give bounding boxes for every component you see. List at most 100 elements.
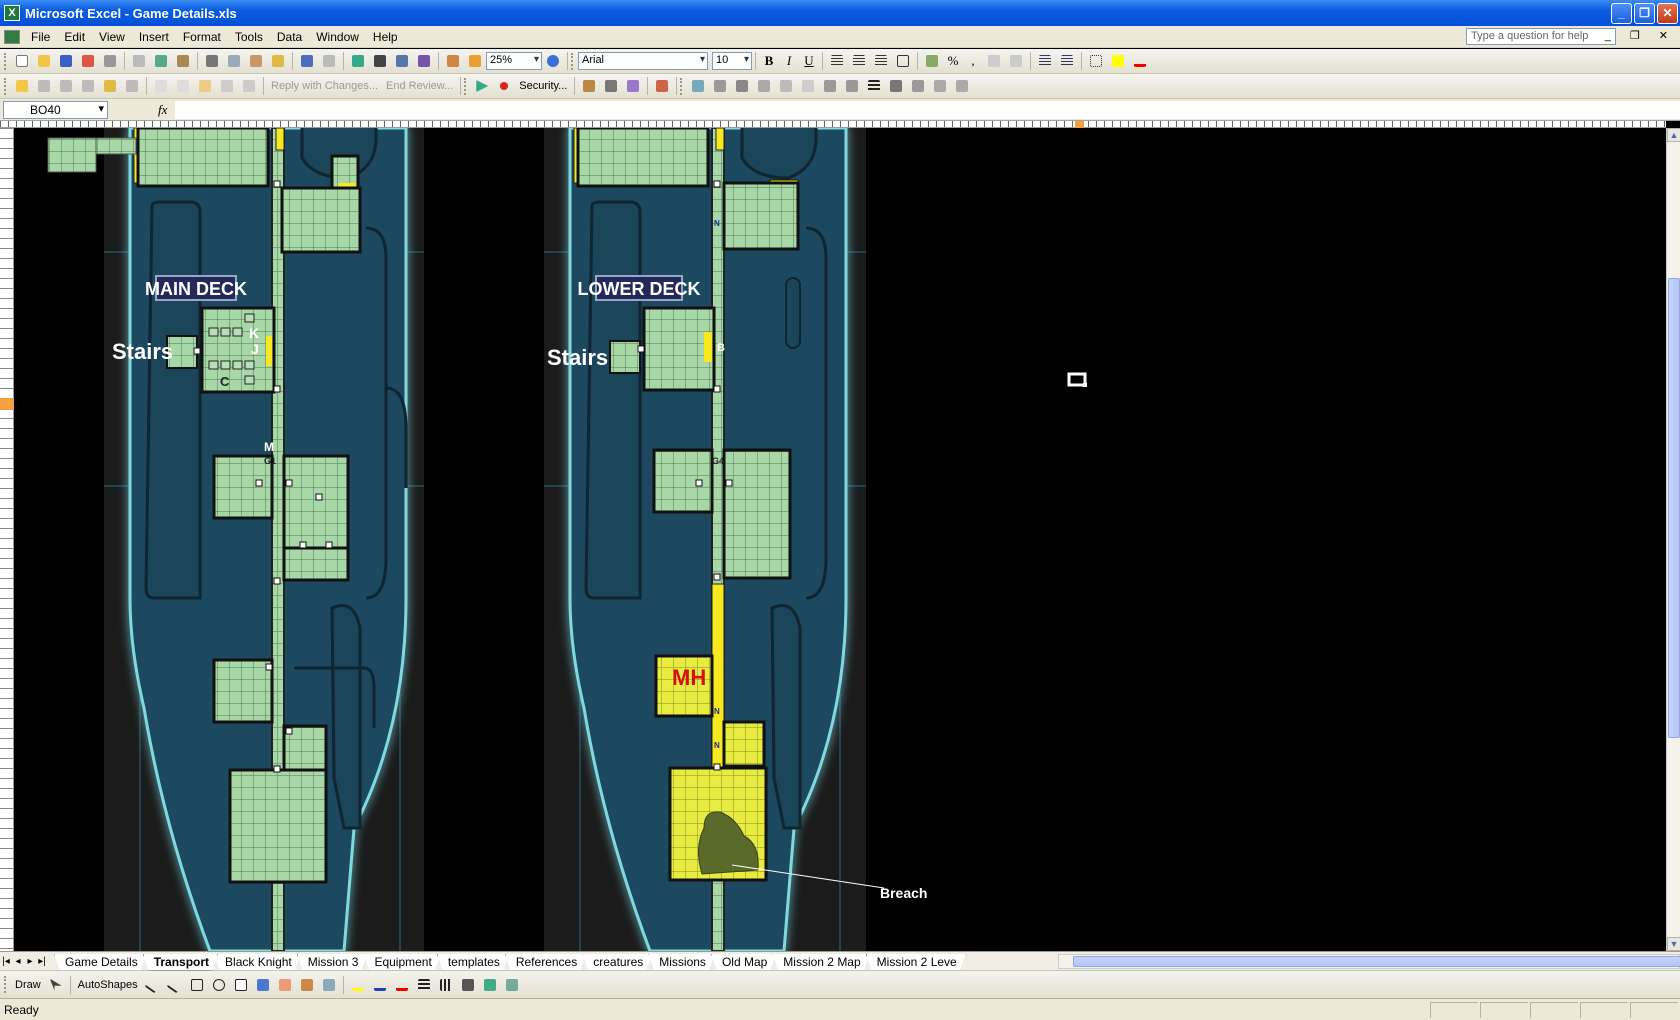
line-style-draw-icon[interactable] [414,976,434,994]
underline-button[interactable]: U [799,52,819,70]
formula-input[interactable] [175,100,1680,119]
name-box[interactable]: BO40 [3,100,108,119]
send-icon[interactable] [34,77,54,95]
design-mode-icon[interactable] [623,77,643,95]
decrease-decimal-icon[interactable] [1006,52,1026,70]
close-button[interactable]: ✕ [1657,2,1678,24]
3d-style-icon[interactable] [502,976,522,994]
menu-edit[interactable]: Edit [57,30,92,44]
restore-button[interactable]: ❐ [1634,2,1655,24]
tab-missions[interactable]: Missions [648,954,715,971]
workbook-icon[interactable] [4,29,20,44]
paste-icon[interactable] [246,52,266,70]
rotate-icon[interactable] [842,77,862,95]
reply-with-changes-button[interactable]: Reply with Changes... [271,80,378,92]
currency-icon[interactable] [922,52,942,70]
attach-icon[interactable] [100,77,120,95]
tab-templates[interactable]: templates [437,954,509,971]
text-box-icon[interactable] [231,976,251,994]
new-comment-icon[interactable] [195,77,215,95]
tab-mission-2-map[interactable]: Mission 2 Map [772,954,869,971]
image-control-icon[interactable] [710,77,730,95]
minimize-button[interactable]: _ [1611,2,1632,24]
sort-ascending-icon[interactable] [392,52,412,70]
arrow-icon[interactable] [165,976,185,994]
menu-view[interactable]: View [92,30,132,44]
end-review-button[interactable]: End Review... [386,80,453,92]
selection-handle[interactable] [1067,372,1087,387]
line-style-icon[interactable] [864,77,884,95]
italic-button[interactable]: I [779,52,799,70]
undo-icon[interactable] [297,52,317,70]
font-size-select[interactable]: 10 [712,52,752,70]
scroll-up-icon[interactable]: ▲ [1667,128,1680,142]
menu-help[interactable]: Help [366,30,405,44]
vb-editor-icon[interactable] [579,77,599,95]
format-picture-icon[interactable] [908,77,928,95]
percent-button[interactable]: % [943,52,963,70]
help-icon[interactable] [543,52,563,70]
drawing-icon[interactable] [465,52,485,70]
align-right-icon[interactable] [871,52,891,70]
last-sheet-icon[interactable]: ▸| [36,956,48,967]
dash-style-icon[interactable] [436,976,456,994]
horizontal-scroll-thumb[interactable] [1073,955,1680,967]
print-preview-icon[interactable] [129,52,149,70]
mail-icon[interactable] [56,77,76,95]
scroll-down-icon[interactable]: ▼ [1667,937,1680,951]
chart-wizard-icon[interactable] [443,52,463,70]
select-objects-icon[interactable] [46,976,66,994]
worksheet-grid[interactable]: MAIN DECK LOWER DECK Stairs Stairs K J C… [14,128,1666,951]
fill-color-draw-icon[interactable] [348,976,368,994]
shadow-style-icon[interactable] [480,976,500,994]
record-macro-icon[interactable] [494,77,514,95]
redo-icon[interactable] [319,52,339,70]
permission-icon[interactable] [78,52,98,70]
align-left-icon[interactable] [827,52,847,70]
open-icon[interactable] [34,52,54,70]
insert-function-icon[interactable]: fx [158,102,167,118]
spelling-icon[interactable] [151,52,171,70]
open-icon-2[interactable] [12,77,32,95]
comma-button[interactable]: , [963,52,983,70]
draw-menu-button[interactable]: Draw [15,979,41,991]
merge-center-icon[interactable] [893,52,913,70]
help-search-input[interactable]: Type a question for help [1466,28,1616,45]
sort-descending-icon[interactable] [414,52,434,70]
research-icon[interactable] [173,52,193,70]
menu-format[interactable]: Format [176,30,228,44]
excel-app-icon[interactable]: X [4,5,20,21]
previous-comment-icon[interactable] [151,77,171,95]
more-contrast-icon[interactable] [732,77,752,95]
compress-icon[interactable] [886,77,906,95]
cut-icon[interactable] [202,52,222,70]
menu-tools[interactable]: Tools [228,30,270,44]
picture-icon[interactable] [688,77,708,95]
horizontal-scrollbar[interactable] [1058,953,1680,969]
less-brightness-icon[interactable] [798,77,818,95]
envelope-icon[interactable] [78,77,98,95]
tab-old-map[interactable]: Old Map [711,954,776,971]
first-sheet-icon[interactable]: |◂ [0,956,12,967]
line-icon[interactable] [143,976,163,994]
control-toolbox-icon[interactable] [601,77,621,95]
prev-sheet-icon[interactable]: ◂ [12,956,24,967]
tab-equipment[interactable]: Equipment [363,954,440,971]
script-editor-icon[interactable] [652,77,672,95]
menu-data[interactable]: Data [270,30,309,44]
show-comment-icon[interactable] [217,77,237,95]
font-color-draw-icon[interactable] [392,976,412,994]
insert-picture-icon[interactable] [319,976,339,994]
tab-mission-3[interactable]: Mission 3 [297,954,368,971]
rectangle-icon[interactable] [187,976,207,994]
font-color-icon[interactable] [1130,52,1150,70]
menu-insert[interactable]: Insert [132,30,176,44]
new-icon[interactable] [12,52,32,70]
show-all-comments-icon[interactable] [239,77,259,95]
reset-picture-icon[interactable] [952,77,972,95]
fill-color-icon[interactable] [1108,52,1128,70]
more-brightness-icon[interactable] [776,77,796,95]
diagram-icon[interactable] [275,976,295,994]
autosum-icon[interactable] [370,52,390,70]
crop-icon[interactable] [820,77,840,95]
